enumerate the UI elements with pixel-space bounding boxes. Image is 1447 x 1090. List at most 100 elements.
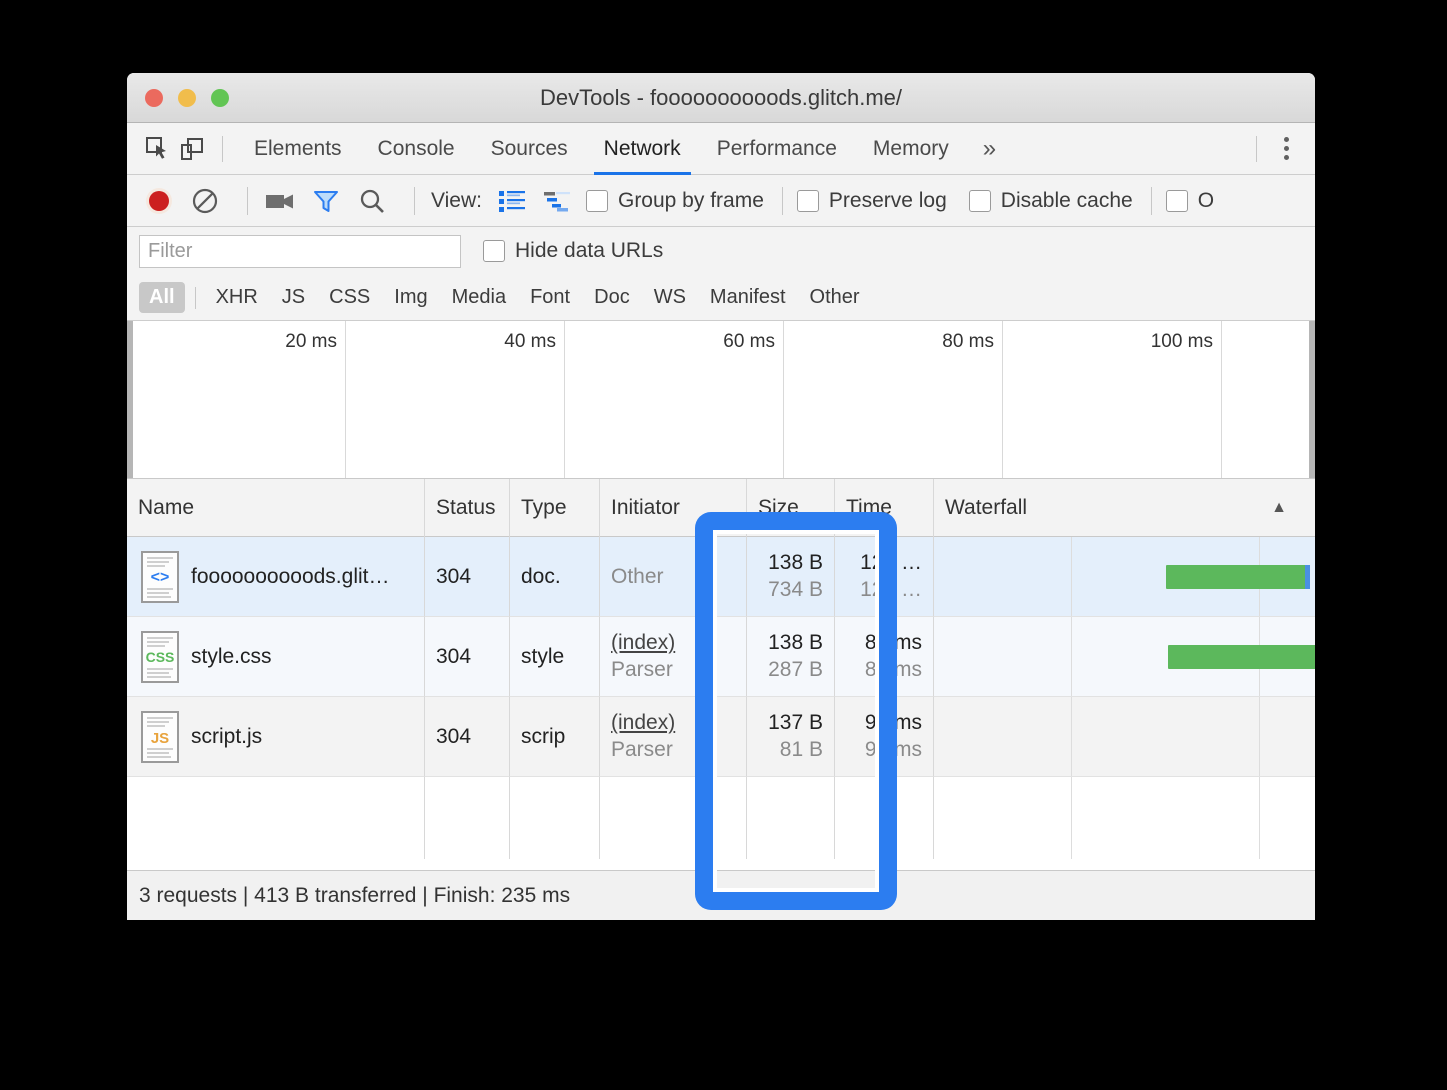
checkbox-box[interactable]	[796, 189, 819, 212]
cell-initiator[interactable]: (index) Parser	[600, 697, 747, 777]
view-label: View:	[431, 188, 482, 212]
cell-status: 304	[425, 537, 510, 617]
size-resource: 81 B	[779, 738, 823, 761]
column-header-size[interactable]: Size	[747, 478, 835, 537]
search-icon[interactable]	[354, 183, 390, 219]
tab-console[interactable]: Console	[360, 123, 473, 175]
checkbox-box[interactable]	[585, 189, 608, 212]
checkbox-box[interactable]	[1165, 189, 1188, 212]
checkbox-offline[interactable]: O	[1165, 189, 1214, 213]
waterfall-gridline	[1071, 537, 1072, 616]
tabbar-divider	[222, 135, 223, 162]
initiator-link[interactable]: (index)	[611, 711, 675, 735]
overview-tick-label: 100 ms	[1150, 331, 1213, 352]
network-summary-bar: 3 requests | 413 B transferred | Finish:…	[127, 870, 1315, 920]
overview-right-handle[interactable]	[1309, 321, 1315, 478]
column-header-waterfall-label: Waterfall	[945, 495, 1028, 519]
time-latency: 95 ms	[864, 738, 922, 761]
initiator-type: Parser	[611, 738, 673, 761]
minimize-button[interactable]	[178, 89, 196, 107]
tab-memory[interactable]: Memory	[855, 123, 967, 175]
toolbar-divider-3	[781, 186, 783, 215]
type-filter-manifest[interactable]: Manifest	[700, 282, 796, 313]
devtools-tabbar: Elements Console Sources Network Perform…	[127, 123, 1315, 175]
clear-icon[interactable]	[187, 183, 223, 219]
window-titlebar: DevTools - foooooooooods.glitch.me/	[127, 73, 1315, 123]
type-filter-js[interactable]: JS	[272, 282, 315, 313]
column-header-time[interactable]: Time	[835, 478, 934, 537]
network-overview-timeline[interactable]: 20 ms 40 ms 60 ms 80 ms 100 ms	[127, 321, 1315, 479]
table-row[interactable]: <> foooooooooods.glit… 304 doc. Other 13…	[127, 537, 1315, 617]
cell-name[interactable]: <> foooooooooods.glit…	[127, 537, 425, 617]
table-row[interactable]: JS script.js 304 scrip (index) Parser 13…	[127, 697, 1315, 777]
type-filter-doc[interactable]: Doc	[584, 282, 640, 313]
type-filter-media[interactable]: Media	[442, 282, 516, 313]
type-filter-css[interactable]: CSS	[319, 282, 380, 313]
cell-time: 129 … 128 …	[835, 537, 934, 617]
checkbox-box[interactable]	[483, 240, 505, 262]
column-header-type[interactable]: Type	[510, 478, 600, 537]
initiator-link[interactable]: (index)	[611, 631, 675, 655]
type-filter-all[interactable]: All	[139, 282, 185, 313]
time-latency: 128 …	[860, 578, 922, 601]
filter-funnel-icon[interactable]	[308, 183, 344, 219]
tab-performance[interactable]: Performance	[699, 123, 855, 175]
cell-waterfall[interactable]	[934, 697, 1315, 777]
column-header-status[interactable]: Status	[425, 478, 510, 537]
time-total: 129 …	[860, 551, 922, 574]
tabbar-right-divider	[1256, 135, 1257, 162]
svg-text:CSS: CSS	[146, 649, 175, 665]
type-filter-ws[interactable]: WS	[644, 282, 696, 313]
waterfall-bar-cap	[1305, 565, 1310, 589]
device-toolbar-icon[interactable]	[175, 132, 209, 166]
sort-ascending-icon: ▲	[1271, 498, 1287, 516]
record-button[interactable]	[141, 183, 177, 219]
cell-initiator[interactable]: (index) Parser	[600, 617, 747, 697]
cell-initiator[interactable]: Other	[600, 537, 747, 617]
table-header-row: Name Status Type Initiator Size Time Wat…	[127, 478, 1315, 537]
capture-screenshots-icon[interactable]	[262, 183, 298, 219]
maximize-button[interactable]	[211, 89, 229, 107]
column-header-waterfall[interactable]: Waterfall ▲	[934, 479, 1315, 537]
time-total: 95 ms	[864, 711, 922, 734]
type-filter-img[interactable]: Img	[384, 282, 437, 313]
tab-sources[interactable]: Sources	[473, 123, 586, 175]
devtools-window: DevTools - foooooooooods.glitch.me/ Elem…	[127, 73, 1315, 920]
close-button[interactable]	[145, 89, 163, 107]
cell-status: 304	[425, 697, 510, 777]
filter-input[interactable]	[139, 234, 461, 268]
waterfall-gridline	[1071, 697, 1072, 776]
checkbox-preserve-log[interactable]: Preserve log	[796, 189, 947, 213]
tab-network[interactable]: Network	[586, 123, 699, 175]
column-header-initiator[interactable]: Initiator	[600, 478, 747, 537]
cell-waterfall[interactable]	[934, 617, 1315, 697]
cell-waterfall[interactable]	[934, 537, 1315, 617]
checkbox-group-by-frame[interactable]: Group by frame	[585, 189, 764, 213]
waterfall-view-icon[interactable]	[540, 183, 576, 219]
toolbar-divider-4	[1150, 186, 1152, 215]
waterfall-bar	[1166, 565, 1309, 589]
window-controls[interactable]	[145, 89, 229, 107]
list-view-icon[interactable]	[494, 183, 530, 219]
kebab-menu-icon[interactable]	[1270, 137, 1303, 160]
cell-name[interactable]: JS script.js	[127, 697, 425, 777]
tab-overflow-chevron-icon[interactable]: »	[967, 123, 1012, 175]
overview-left-handle[interactable]	[127, 321, 133, 478]
cell-size: 138 B 734 B	[747, 537, 835, 617]
inspect-element-icon[interactable]	[141, 132, 175, 166]
overview-tick-label: 80 ms	[942, 331, 994, 352]
checkbox-disable-cache[interactable]: Disable cache	[968, 189, 1133, 213]
type-filter-xhr[interactable]: XHR	[206, 282, 268, 313]
checkbox-box[interactable]	[968, 189, 991, 212]
checkbox-hide-data-urls[interactable]: Hide data URLs	[483, 239, 663, 263]
request-name: foooooooooods.glit…	[191, 564, 390, 588]
type-filter-other[interactable]: Other	[800, 282, 870, 313]
table-row[interactable]: CSS style.css 304 style (index) Parser 1…	[127, 617, 1315, 697]
type-filter-font[interactable]: Font	[520, 282, 580, 313]
overview-gridline	[345, 321, 346, 478]
tab-elements[interactable]: Elements	[236, 123, 360, 175]
overview-tick-label: 40 ms	[504, 331, 556, 352]
cell-name[interactable]: CSS style.css	[127, 617, 425, 697]
column-header-name[interactable]: Name	[127, 478, 425, 537]
empty-cell	[600, 777, 747, 859]
